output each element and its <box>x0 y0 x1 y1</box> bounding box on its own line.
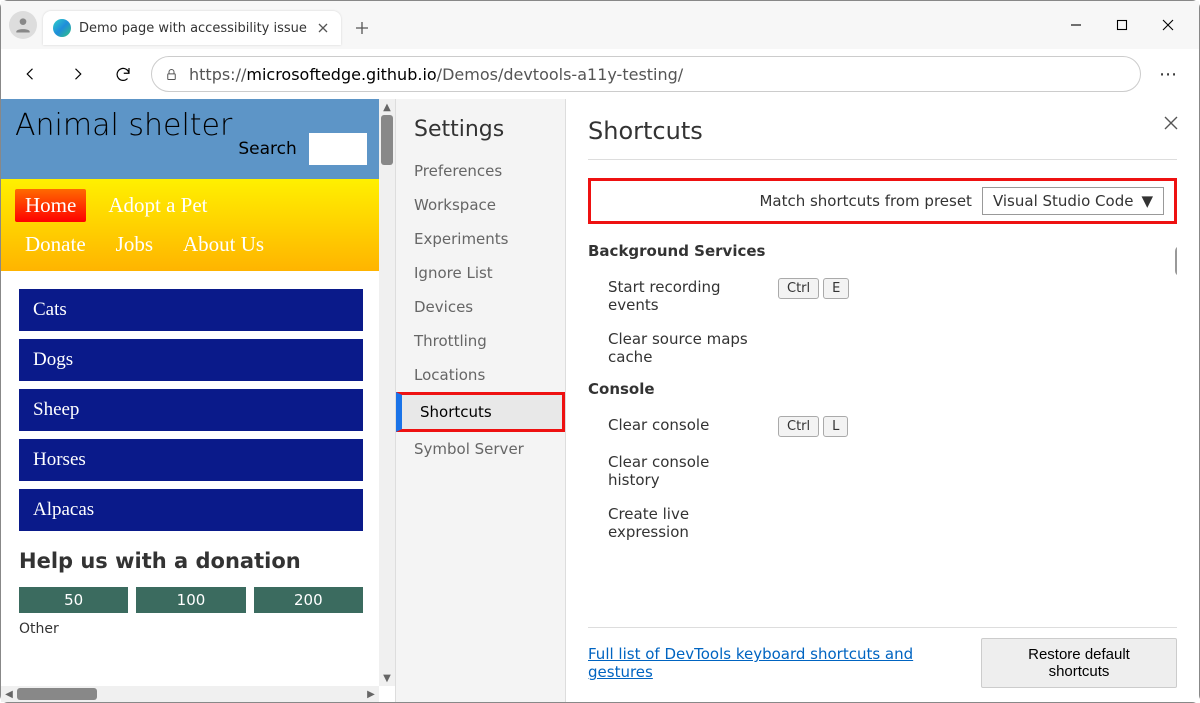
edge-icon <box>53 19 71 37</box>
browser-tab[interactable]: Demo page with accessibility issue <box>43 11 341 45</box>
scroll-up-icon[interactable]: ▲ <box>379 99 395 115</box>
shortcut-row: Clear console history <box>588 445 1177 497</box>
animal-horses[interactable]: Horses <box>19 439 363 481</box>
key: L <box>823 416 848 437</box>
page-header: Animal shelter Search <box>1 99 381 179</box>
nav-donate[interactable]: Donate <box>15 228 96 261</box>
shortcut-label: Clear source maps cache <box>608 330 758 366</box>
close-window-button[interactable] <box>1145 9 1191 41</box>
profile-avatar[interactable] <box>9 11 37 39</box>
close-tab-button[interactable] <box>315 20 331 36</box>
page-hscrollbar[interactable]: ◀ ▶ <box>1 686 379 702</box>
settings-footer: Full list of DevTools keyboard shortcuts… <box>588 627 1177 688</box>
tab-title: Demo page with accessibility issue <box>79 21 307 36</box>
shortcut-row: Clear console Ctrl L <box>588 408 1177 445</box>
settings-sidebar: Settings Preferences Workspace Experimen… <box>396 99 566 702</box>
animal-dogs[interactable]: Dogs <box>19 339 363 381</box>
sidebar-item-devices[interactable]: Devices <box>396 290 565 324</box>
new-tab-button[interactable] <box>347 13 377 43</box>
maximize-button[interactable] <box>1099 9 1145 41</box>
browser-toolbar: https://microsoftedge.github.io/Demos/de… <box>1 49 1199 99</box>
nav-adopt[interactable]: Adopt a Pet <box>98 189 217 222</box>
animal-sheep[interactable]: Sheep <box>19 389 363 431</box>
shortcut-row: Clear source maps cache <box>588 322 1177 374</box>
browser-titlebar: Demo page with accessibility issue <box>1 1 1199 49</box>
donation-section: Help us with a donation 50 100 200 Other <box>1 537 381 641</box>
refresh-button[interactable] <box>105 56 141 92</box>
key: E <box>823 278 849 299</box>
sidebar-item-preferences[interactable]: Preferences <box>396 154 565 188</box>
address-bar[interactable]: https://microsoftedge.github.io/Demos/de… <box>151 56 1141 92</box>
donate-100[interactable]: 100 <box>136 587 245 613</box>
scroll-right-icon[interactable]: ▶ <box>363 686 379 702</box>
preset-highlight: Match shortcuts from preset Visual Studi… <box>588 178 1177 224</box>
donate-200[interactable]: 200 <box>254 587 363 613</box>
settings-main: Shortcuts Match shortcuts from preset Vi… <box>566 99 1199 702</box>
preset-dropdown[interactable]: Visual Studio Code ▼ <box>982 187 1164 215</box>
lock-icon <box>164 67 179 82</box>
page-vscrollbar[interactable]: ▲ ▼ <box>379 99 395 686</box>
shortcut-row: Create live expression <box>588 497 1177 549</box>
chevron-down-icon: ▼ <box>1141 192 1153 210</box>
page-viewport: Animal shelter Search Home Adopt a Pet D… <box>1 99 396 702</box>
url-text: https://microsoftedge.github.io/Demos/de… <box>189 65 683 84</box>
vscroll-thumb[interactable] <box>381 115 393 165</box>
minimize-button[interactable] <box>1053 9 1099 41</box>
scroll-down-icon[interactable]: ▼ <box>379 670 395 686</box>
sc-vscroll-thumb[interactable] <box>1175 246 1177 276</box>
restore-defaults-button[interactable]: Restore default shortcuts <box>981 638 1177 688</box>
full-list-link[interactable]: Full list of DevTools keyboard shortcuts… <box>588 645 981 681</box>
donate-other-label: Other <box>19 621 363 637</box>
nav-home[interactable]: Home <box>15 189 86 222</box>
search-input[interactable] <box>309 133 367 165</box>
donation-heading: Help us with a donation <box>19 549 363 573</box>
shortcut-row: Start recording events Ctrl E <box>588 270 1177 322</box>
sidebar-item-locations[interactable]: Locations <box>396 358 565 392</box>
key: Ctrl <box>778 416 819 437</box>
search-label: Search <box>238 139 296 159</box>
shortcut-label: Clear console history <box>608 453 758 489</box>
scroll-left-icon[interactable]: ◀ <box>1 686 17 702</box>
more-menu-button[interactable]: ⋯ <box>1151 64 1187 85</box>
devtools-panel: Settings Preferences Workspace Experimen… <box>396 99 1199 702</box>
shortcut-label: Create live expression <box>608 505 758 541</box>
animal-cats[interactable]: Cats <box>19 289 363 331</box>
back-button[interactable] <box>13 56 49 92</box>
sidebar-item-throttling[interactable]: Throttling <box>396 324 565 358</box>
hscroll-thumb[interactable] <box>17 688 97 700</box>
preset-label: Match shortcuts from preset <box>759 192 972 210</box>
sidebar-item-symbol-server[interactable]: Symbol Server <box>396 432 565 466</box>
main-nav: Home Adopt a Pet Donate Jobs About Us <box>1 179 381 271</box>
nav-jobs[interactable]: Jobs <box>106 228 163 261</box>
sidebar-item-experiments[interactable]: Experiments <box>396 222 565 256</box>
settings-page-title: Shortcuts <box>588 117 1177 160</box>
sidebar-item-shortcuts[interactable]: Shortcuts <box>396 392 565 432</box>
key: Ctrl <box>778 278 819 299</box>
shortcut-label: Clear console <box>608 416 758 434</box>
shortcuts-scroll-area: ▲ ▼ Background Services Start recording … <box>588 236 1177 619</box>
donate-50[interactable]: 50 <box>19 587 128 613</box>
animal-alpacas[interactable]: Alpacas <box>19 489 363 531</box>
settings-heading: Settings <box>396 117 565 154</box>
shortcut-label: Start recording events <box>608 278 758 314</box>
preset-value: Visual Studio Code <box>993 192 1134 210</box>
close-settings-button[interactable] <box>1159 111 1183 135</box>
sidebar-item-workspace[interactable]: Workspace <box>396 188 565 222</box>
animal-list: Cats Dogs Sheep Horses Alpacas <box>1 271 381 537</box>
nav-about[interactable]: About Us <box>173 228 274 261</box>
forward-button[interactable] <box>59 56 95 92</box>
sidebar-item-ignore-list[interactable]: Ignore List <box>396 256 565 290</box>
group-title-console: Console <box>588 380 1177 398</box>
group-title-bg-services: Background Services <box>588 242 1177 260</box>
site-title: Animal shelter <box>15 109 232 142</box>
